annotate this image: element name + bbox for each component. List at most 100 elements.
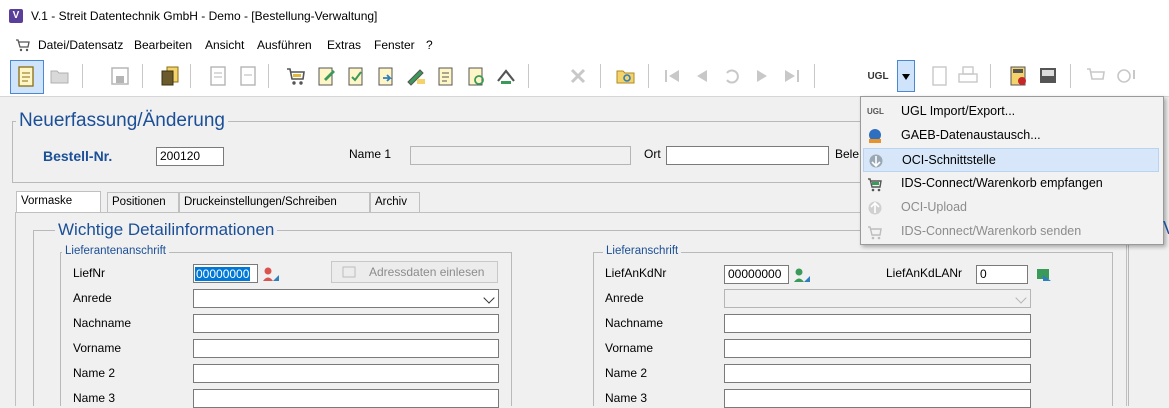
anrede-select[interactable] (193, 289, 499, 308)
folder-search-icon (616, 70, 635, 84)
chevron-down-icon (483, 292, 495, 304)
last-record-icon (785, 70, 799, 82)
address-icon (342, 266, 356, 278)
menu-bearbeiten[interactable]: Bearbeiten (134, 38, 192, 52)
first-record-icon (665, 70, 679, 82)
nachname-field-right[interactable] (724, 314, 1031, 333)
menu-item-oci-upload[interactable]: OCI-Upload (863, 196, 1159, 220)
menu-fenster[interactable]: Fenster (374, 38, 415, 52)
refresh-button[interactable] (720, 64, 744, 88)
ort-field[interactable] (666, 146, 829, 165)
toolbar-separator (648, 64, 649, 88)
menu-ansicht[interactable]: Ansicht (205, 38, 244, 52)
ugl-button[interactable]: UGL (864, 64, 892, 88)
save-button[interactable] (108, 64, 132, 88)
name3-field[interactable] (193, 389, 499, 408)
ort-label: Ort (644, 147, 661, 161)
bele-label: Bele (835, 147, 860, 161)
toolbar: UGL (0, 56, 1169, 97)
name2-field[interactable] (193, 364, 499, 383)
menu-item-gaeb[interactable]: GAEB-Datenaustausch... (863, 124, 1159, 148)
previous-record-button[interactable] (690, 64, 714, 88)
pen-doc-button[interactable] (404, 64, 428, 88)
open-folder-button[interactable] (48, 64, 72, 88)
vorname-field-right[interactable] (724, 339, 1031, 358)
menu-item-oci-schnittstelle[interactable]: OCI-Schnittstelle (863, 148, 1159, 172)
anrede-select-right[interactable] (724, 289, 1031, 308)
import-button[interactable] (494, 64, 518, 88)
liefankdnr-field[interactable]: 00000000 (724, 265, 789, 284)
search-folder-button[interactable] (614, 64, 638, 88)
name1-field[interactable] (410, 146, 631, 165)
calculator-button[interactable] (1006, 64, 1030, 88)
doc-check-button[interactable] (344, 64, 368, 88)
delete-button[interactable] (566, 64, 590, 88)
first-record-button[interactable] (660, 64, 684, 88)
toolbar-separator (82, 64, 83, 88)
document-edit-icon (318, 67, 335, 86)
print-list-button[interactable] (206, 64, 230, 88)
document-lines-icon (438, 67, 453, 86)
menu-datei[interactable]: Datei/Datensatz (38, 38, 123, 52)
oci-icon (869, 154, 883, 168)
cart-button[interactable] (284, 64, 308, 88)
adressdaten-einlesen-button[interactable]: Adressdaten einlesen (331, 261, 498, 283)
menu-bar: Datei/Datensatz Bearbeiten Ansicht Ausfü… (0, 34, 1169, 56)
document-icon (240, 66, 256, 86)
toolbar-separator (600, 64, 601, 88)
cart-gray-button[interactable] (1084, 64, 1108, 88)
document-button[interactable] (236, 64, 260, 88)
name3-field-right[interactable] (724, 389, 1031, 408)
liefankdnr-label: LiefAnKdNr (605, 266, 667, 280)
liefnr-field[interactable]: 00000000 (193, 264, 258, 283)
menu-item-ugl[interactable]: UGL UGL Import/Export... (863, 100, 1159, 124)
document-arrow-icon (378, 67, 393, 86)
doc-arrow-button[interactable] (374, 64, 398, 88)
new-document-icon (18, 66, 34, 87)
document-refresh-icon (468, 67, 484, 86)
liefnr-value: 00000000 (195, 267, 251, 281)
printer-icon (958, 66, 978, 83)
folder-open-icon (50, 70, 69, 84)
menu-item-label: OCI-Schnittstelle (902, 153, 996, 167)
person-lookup-icon[interactable] (793, 267, 811, 283)
tab-positionen[interactable]: Positionen (107, 192, 179, 212)
address-lookup-icon[interactable] (1034, 266, 1052, 282)
menu-item-label: OCI-Upload (901, 200, 967, 214)
nachname-field[interactable] (193, 314, 499, 333)
doc-list-button[interactable] (434, 64, 458, 88)
copy-record-button[interactable] (158, 64, 182, 88)
tab-vormaske[interactable]: Vormaske (16, 191, 101, 212)
name2-field-right[interactable] (724, 364, 1031, 383)
app-icon: V (9, 9, 23, 23)
lieferantenanschrift-title: Lieferantenanschrift (62, 245, 170, 257)
doc-refresh-button[interactable] (464, 64, 488, 88)
delete-x-icon (570, 68, 586, 84)
vorname-label: Vorname (73, 341, 122, 355)
next-record-button[interactable] (750, 64, 774, 88)
menu-ausfuehren[interactable]: Ausführen (257, 38, 312, 52)
interfaces-dropdown-button[interactable] (897, 60, 915, 92)
toolbar-separator (1070, 64, 1071, 88)
person-lookup-icon[interactable] (262, 266, 280, 282)
toolbar-separator (142, 64, 143, 88)
liefankdlanr-field[interactable]: 0 (976, 265, 1028, 284)
toolbar-separator (528, 64, 529, 88)
new-record-button[interactable] (10, 60, 44, 94)
menu-help[interactable]: ? (426, 38, 433, 52)
last-record-button[interactable] (780, 64, 804, 88)
print-button[interactable] (956, 64, 980, 88)
cart-warning-button[interactable] (1114, 64, 1138, 88)
terminal-button[interactable] (1036, 64, 1060, 88)
bestell-nr-field[interactable]: 200120 (156, 147, 224, 166)
menu-item-ids-empfangen[interactable]: IDS-Connect/Warenkorb empfangen (863, 172, 1159, 196)
previous-icon (697, 70, 707, 82)
preview-button[interactable] (928, 64, 952, 88)
vorname-field[interactable] (193, 339, 499, 358)
menu-item-ids-senden[interactable]: IDS-Connect/Warenkorb senden (863, 220, 1159, 244)
edit-doc-button[interactable] (314, 64, 338, 88)
liefankdlanr-label: LiefAnKdLANr (886, 266, 963, 280)
menu-extras[interactable]: Extras (327, 38, 361, 52)
tab-archiv[interactable]: Archiv (370, 192, 420, 212)
tab-druckeinstellungen[interactable]: Druckeinstellungen/Schreiben (179, 192, 370, 212)
